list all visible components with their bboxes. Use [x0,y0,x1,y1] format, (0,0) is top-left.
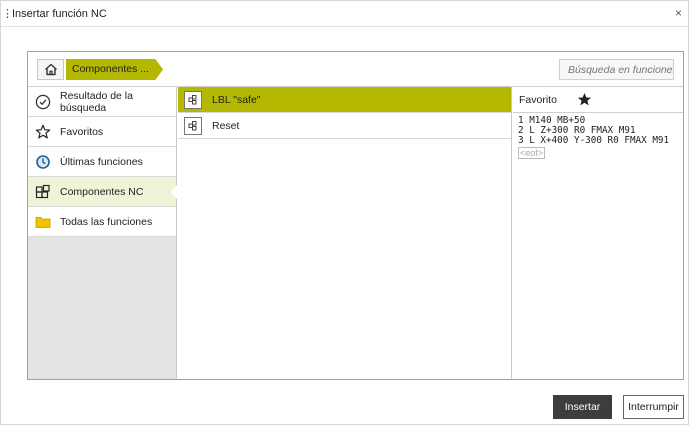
cancel-button[interactable]: Interrumpir [623,395,684,419]
list-item-reset[interactable]: Reset [178,113,511,139]
list-item-label: Reset [212,119,240,132]
preview-header: Favorito [513,87,683,113]
list-item-label: LBL "safe" [212,93,261,106]
sidebar-item-label: Todas las funciones [60,215,153,228]
close-icon[interactable]: × [675,7,682,19]
sidebar-item-all-functions[interactable]: Todas las funciones [28,207,176,237]
components-icon [35,184,50,198]
clock-icon [36,154,50,169]
folder-icon [35,216,51,228]
search-input[interactable] [559,59,674,80]
code-preview: 1 M140 MB+50 2 L Z+300 R0 FMAX M91 3 L X+4… [513,113,683,159]
sidebar-item-label: Últimas funciones [60,155,143,168]
sidebar-item-label: Favoritos [60,125,104,138]
home-button[interactable] [37,59,64,80]
function-list: LBL "safe" Reset [178,87,512,379]
code-line: 3 L X+400 Y-300 R0 FMAX M91 [518,135,670,146]
sidebar-item-recent-functions[interactable]: Últimas funciones [28,147,176,177]
star-outline-icon [35,124,51,138]
nc-doc-icon [184,116,202,135]
list-item-lbl-safe[interactable]: LBL "safe" [178,87,511,113]
eof-marker: <eof> [518,147,546,159]
check-circle-icon [35,94,51,109]
insert-nc-function-dialog: ⋮ Insertar función NC × Componentes ... [0,0,689,425]
sidebar-item-label: Resultado de la búsqueda [60,89,133,114]
insert-button[interactable]: Insertar [553,395,612,419]
function-browser: Componentes ... Resultado de la búsqueda [27,51,684,380]
breadcrumb-current[interactable]: Componentes ... [66,59,164,80]
nc-doc-icon [184,90,202,109]
dialog-title: Insertar función NC [12,7,107,20]
preview-panel: Favorito 1 M140 MB+50 2 L Z+300 R0 FMAX M… [513,87,683,379]
sidebar-item-search-results[interactable]: Resultado de la búsqueda [28,87,176,117]
sidebar: Resultado de la búsqueda Favoritos Últim… [28,87,177,379]
sidebar-item-nc-components[interactable]: Componentes NC [28,177,177,207]
drag-handle-icon[interactable]: ⋮ [2,7,13,20]
browser-toolbar: Componentes ... [28,52,683,87]
sidebar-item-label: Componentes NC [60,185,144,198]
star-filled-icon[interactable] [577,92,592,107]
dialog-titlebar[interactable]: ⋮ Insertar función NC × [1,1,688,27]
preview-title: Favorito [519,93,557,106]
home-icon [44,63,57,76]
sidebar-item-favorites[interactable]: Favoritos [28,117,176,147]
